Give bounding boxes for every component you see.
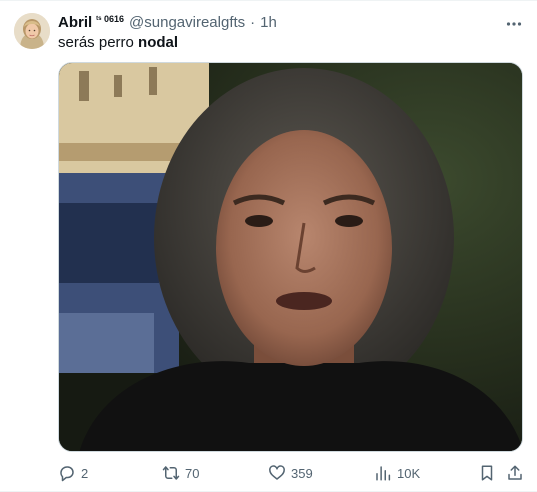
avatar[interactable] — [14, 13, 50, 49]
views-button[interactable]: 10K — [374, 461, 420, 485]
share-icon — [508, 465, 522, 480]
heart-icon — [269, 465, 285, 480]
like-count: 359 — [291, 465, 313, 481]
reply-icon — [60, 466, 74, 482]
display-name[interactable]: Abril — [58, 13, 92, 33]
views-icon — [376, 466, 391, 481]
more-options-button[interactable] — [505, 15, 523, 33]
separator-dot: · — [250, 14, 256, 31]
timestamp[interactable]: 1h — [260, 13, 277, 33]
share-button[interactable] — [506, 461, 524, 485]
repost-button[interactable]: 70 — [162, 461, 199, 485]
tweet-media-video[interactable] — [58, 62, 523, 452]
video-thumbnail — [59, 63, 522, 451]
user-handle[interactable]: @sungavirealgfts — [129, 13, 245, 33]
repost-icon — [162, 466, 180, 480]
bookmark-icon — [481, 465, 493, 481]
tweet-text: serás perro nodal — [58, 33, 178, 53]
like-button[interactable]: 359 — [268, 461, 313, 485]
repost-count: 70 — [185, 465, 200, 481]
more-horizontal-icon — [506, 22, 522, 26]
views-count: 10K — [397, 465, 421, 481]
bookmark-button[interactable] — [478, 461, 496, 485]
reply-count: 2 — [81, 465, 89, 481]
display-name-tag: ᵗˢ 0616 — [96, 14, 125, 24]
reply-button[interactable]: 2 — [58, 461, 88, 485]
tweet-text-plain: serás perro — [58, 34, 139, 51]
tweet-actions-bar: 2 70 359 10K — [58, 461, 523, 485]
tweet-text-bold[interactable]: nodal — [138, 34, 178, 51]
tweet-card[interactable]: Abril ᵗˢ 0616 @sungavirealgfts · 1h será… — [0, 0, 537, 492]
tweet-header: Abril ᵗˢ 0616 @sungavirealgfts · 1h — [58, 13, 277, 33]
